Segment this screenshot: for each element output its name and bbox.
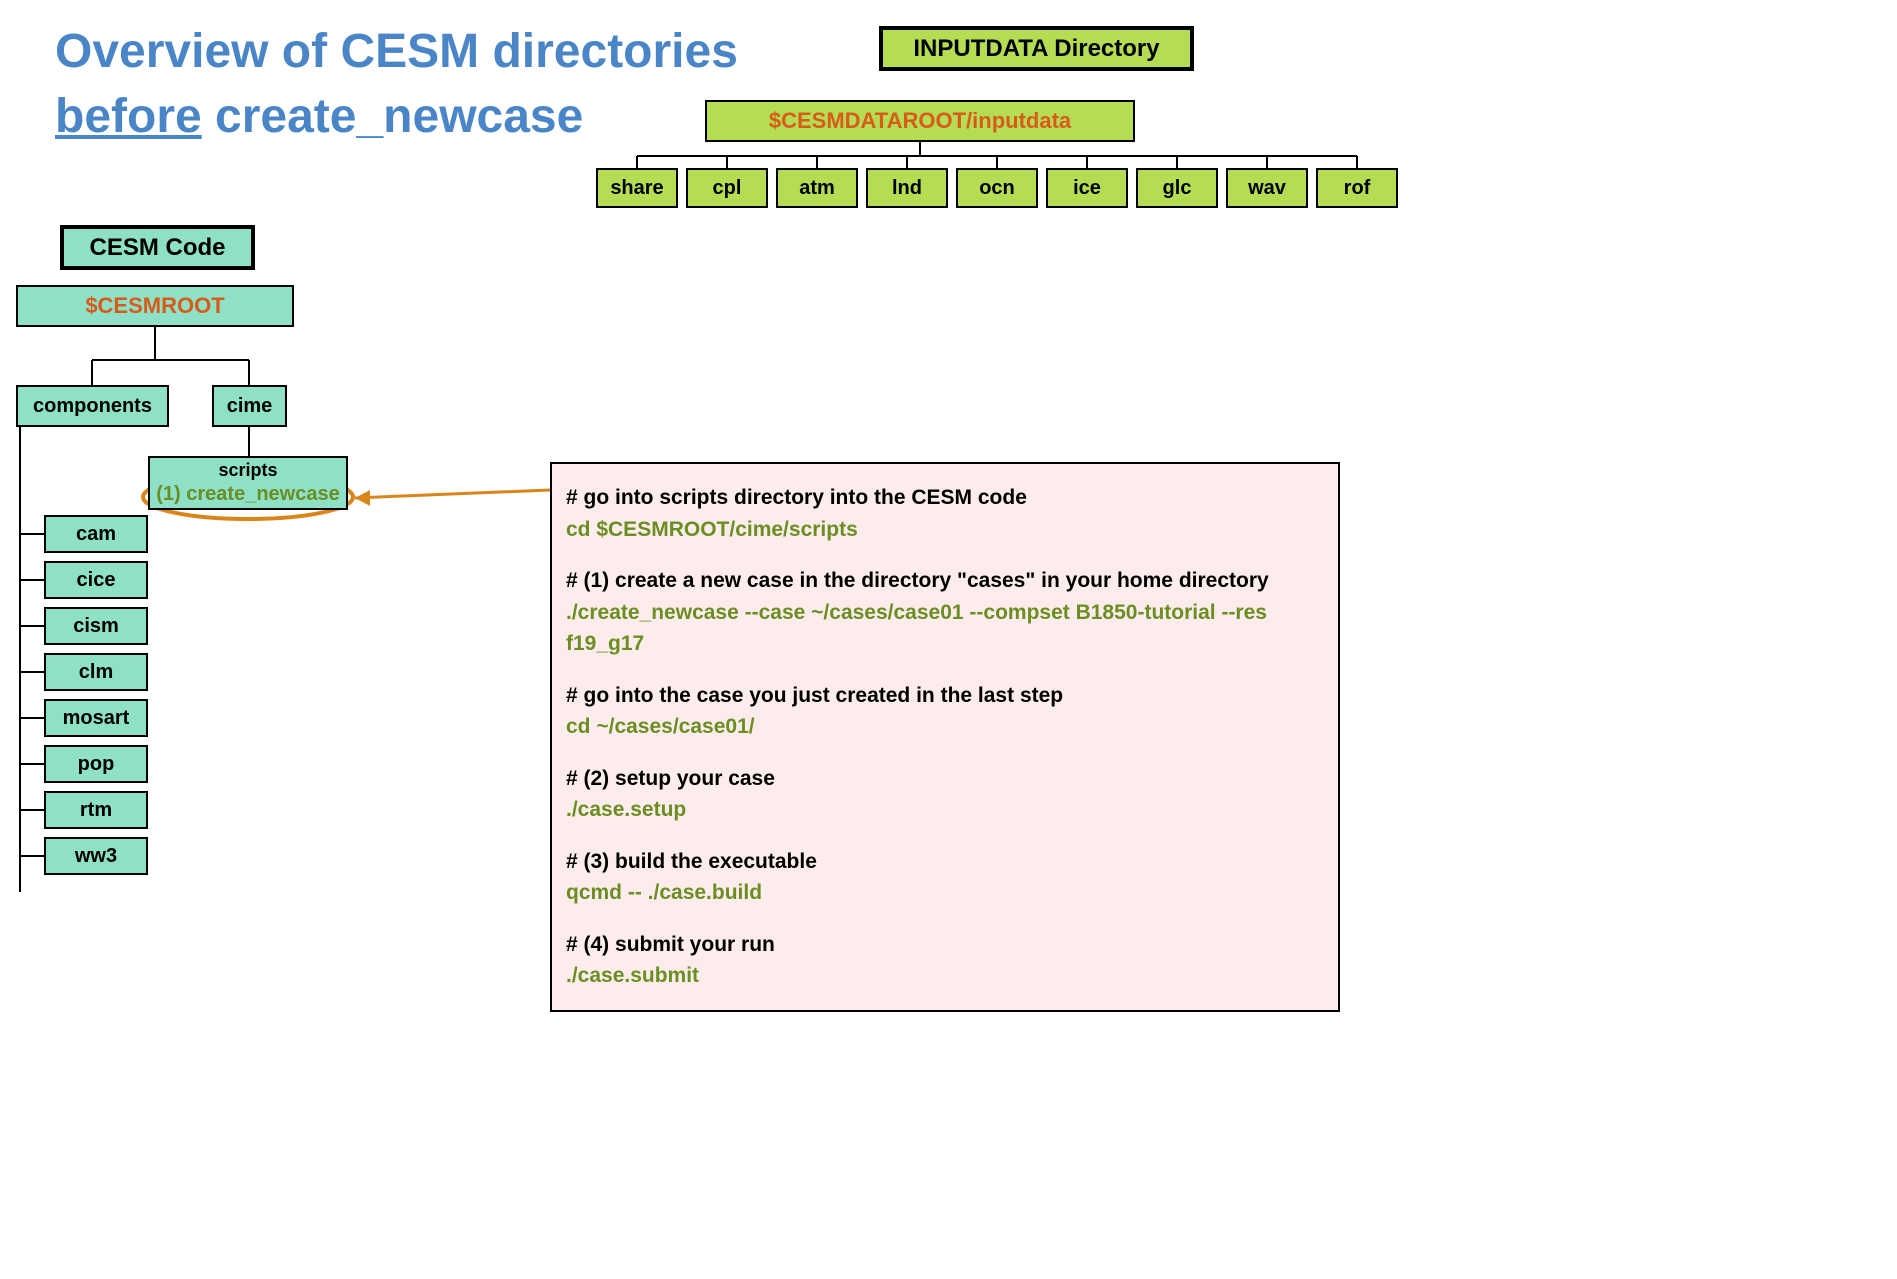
code-block: # (2) setup your case ./case.setup [566, 763, 1324, 826]
component-item: cice [44, 561, 148, 599]
scripts-box: scripts (1) create_newcase [148, 456, 348, 510]
code-cmd: cd ~/cases/case01/ [566, 711, 1324, 743]
title-line1: Overview of CESM directories [55, 25, 738, 78]
component-item: rtm [44, 791, 148, 829]
page-title: Overview of CESM directories before crea… [55, 20, 738, 150]
inputdata-child: ocn [956, 168, 1038, 208]
component-item: clm [44, 653, 148, 691]
scripts-label: scripts [218, 460, 277, 482]
inputdata-child: ice [1046, 168, 1128, 208]
code-cmd: ./create_newcase --case ~/cases/case01 -… [566, 597, 1324, 660]
code-comment: # (1) create a new case in the directory… [566, 565, 1324, 597]
components-box: components [16, 385, 169, 427]
code-comment: # go into scripts directory into the CES… [566, 482, 1324, 514]
component-item: pop [44, 745, 148, 783]
code-cmd: qcmd -- ./case.build [566, 877, 1324, 909]
component-item: ww3 [44, 837, 148, 875]
cesm-root: $CESMROOT [16, 285, 294, 327]
code-comment: # (2) setup your case [566, 763, 1324, 795]
inputdata-child: share [596, 168, 678, 208]
component-item: cam [44, 515, 148, 553]
scripts-sub: (1) create_newcase [156, 482, 339, 506]
inputdata-child: rof [1316, 168, 1398, 208]
component-list: cam cice cism clm mosart pop rtm ww3 [44, 515, 148, 875]
code-panel: # go into scripts directory into the CES… [550, 462, 1340, 1012]
code-block: # (4) submit your run ./case.submit [566, 929, 1324, 992]
inputdata-child: atm [776, 168, 858, 208]
code-cmd: ./case.setup [566, 794, 1324, 826]
code-block: # go into scripts directory into the CES… [566, 482, 1324, 545]
title-underline: before [55, 90, 202, 143]
inputdata-label: INPUTDATA Directory [879, 26, 1194, 71]
inputdata-child: wav [1226, 168, 1308, 208]
inputdata-child: cpl [686, 168, 768, 208]
code-comment: # (4) submit your run [566, 929, 1324, 961]
inputdata-root: $CESMDATAROOT/inputdata [705, 100, 1135, 142]
component-item: mosart [44, 699, 148, 737]
code-cmd: cd $CESMROOT/cime/scripts [566, 514, 1324, 546]
code-cmd: ./case.submit [566, 960, 1324, 992]
code-block: # (1) create a new case in the directory… [566, 565, 1324, 660]
code-block: # go into the case you just created in t… [566, 680, 1324, 743]
inputdata-child: lnd [866, 168, 948, 208]
code-comment: # (3) build the executable [566, 846, 1324, 878]
code-comment: # go into the case you just created in t… [566, 680, 1324, 712]
cesm-code-label: CESM Code [60, 225, 255, 270]
component-item: cism [44, 607, 148, 645]
inputdata-children: share cpl atm lnd ocn ice glc wav rof [596, 168, 1398, 208]
inputdata-child: glc [1136, 168, 1218, 208]
code-block: # (3) build the executable qcmd -- ./cas… [566, 846, 1324, 909]
title-post: create_newcase [202, 90, 584, 143]
cime-box: cime [212, 385, 287, 427]
